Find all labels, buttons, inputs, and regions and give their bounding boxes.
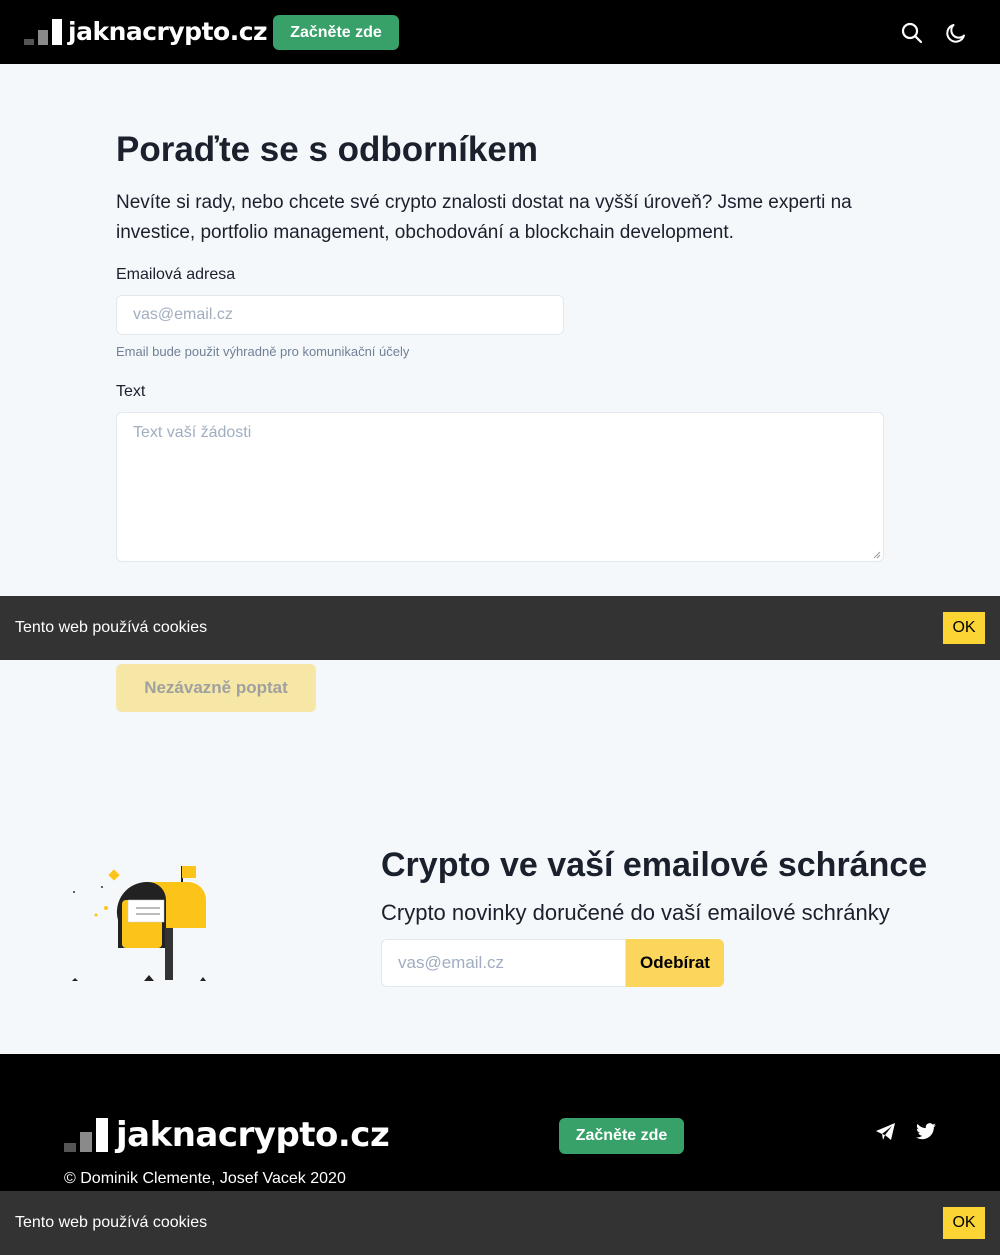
footer-logo-text: jaknacrypto.cz: [116, 1115, 390, 1155]
mailbox-illustration: [72, 866, 206, 981]
text-label: Text: [116, 383, 146, 400]
subscribe-button[interactable]: Odebírat: [626, 939, 724, 987]
start-here-button[interactable]: Začněte zde: [273, 15, 399, 50]
cookie-banner: Tento web používá cookies OK: [0, 596, 1000, 660]
site-logo[interactable]: jaknacrypto.cz: [24, 17, 268, 46]
search-icon[interactable]: [898, 19, 926, 47]
copyright-text: © Dominik Clemente, Josef Vacek 2020: [64, 1170, 346, 1187]
cookie-banner-bottom: Tento web používá cookies OK: [0, 1191, 1000, 1255]
footer-start-here-button[interactable]: Začněte zde: [559, 1118, 684, 1154]
site-header: jaknacrypto.cz Začněte zde: [0, 0, 1000, 64]
logo-bars-icon: [64, 1118, 108, 1152]
email-help-text: Email bude použit výhradně pro komunikač…: [116, 344, 410, 359]
logo-bars-icon: [24, 19, 62, 45]
cookie-ok-button[interactable]: OK: [943, 612, 985, 644]
footer-logo[interactable]: jaknacrypto.cz: [64, 1115, 390, 1155]
email-input[interactable]: vas@email.cz: [116, 295, 564, 335]
page-title: Poraďte se s odborníkem: [116, 130, 538, 169]
intro-text: Nevíte si rady, nebo chcete své crypto z…: [116, 192, 852, 243]
telegram-icon[interactable]: [872, 1118, 900, 1146]
textarea-placeholder: Text vaší žádosti: [133, 424, 252, 441]
email-label: Emailová adresa: [116, 266, 236, 283]
cookie-message: Tento web používá cookies: [15, 1214, 208, 1231]
twitter-icon[interactable]: [912, 1118, 940, 1146]
submit-request-button[interactable]: Nezávazně poptat: [116, 664, 316, 712]
resize-handle-icon[interactable]: [873, 551, 881, 559]
request-textarea[interactable]: Text vaší žádosti: [116, 412, 884, 562]
newsletter-title: Crypto ve vaší emailové schránce: [381, 846, 928, 884]
newsletter-email-input[interactable]: vas@email.cz: [381, 939, 626, 987]
cookie-message: Tento web používá cookies: [15, 619, 208, 636]
moon-icon[interactable]: [942, 19, 970, 47]
newsletter-subtitle: Crypto novinky doručené do vaší emailové…: [381, 900, 890, 925]
logo-text: jaknacrypto.cz: [68, 17, 268, 46]
cookie-ok-button[interactable]: OK: [943, 1207, 985, 1239]
